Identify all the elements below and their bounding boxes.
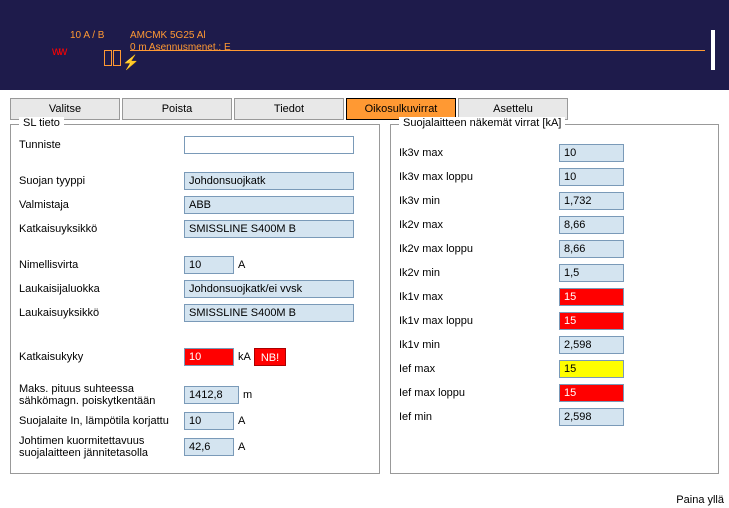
laukaisuyksikko-label: Laukaisuyksikkö — [19, 307, 184, 319]
suojalaite-in-unit: A — [238, 415, 245, 427]
katkaisukyky-input[interactable] — [184, 348, 234, 366]
virrat-label: Ik1v min — [399, 339, 559, 351]
valmistaja-label: Valmistaja — [19, 199, 184, 211]
maks-pituus-unit: m — [243, 389, 252, 401]
sl-tieto-panel: SL tieto Tunniste Suojan tyyppi Valmista… — [10, 124, 380, 474]
virrat-input[interactable] — [559, 384, 624, 402]
nimellisvirta-input[interactable] — [184, 256, 234, 274]
virrat-label: Ik2v max — [399, 219, 559, 231]
virrat-input[interactable] — [559, 192, 624, 210]
virrat-row: Ik3v max — [399, 143, 710, 163]
virrat-input[interactable] — [559, 408, 624, 426]
virrat-row: Ik3v min — [399, 191, 710, 211]
virrat-input[interactable] — [559, 240, 624, 258]
virrat-label: Ik2v min — [399, 267, 559, 279]
virrat-row: Ik1v min — [399, 335, 710, 355]
tab-tiedot[interactable]: Tiedot — [234, 98, 344, 120]
suojalaite-in-label: Suojalaite In, lämpötila korjattu — [19, 415, 184, 427]
virrat-input[interactable] — [559, 336, 624, 354]
virrat-row: Ik1v max loppu — [399, 311, 710, 331]
virrat-label: Ief min — [399, 411, 559, 423]
valmistaja-input[interactable] — [184, 196, 354, 214]
virrat-input[interactable] — [559, 360, 624, 378]
virrat-row: Ik2v min — [399, 263, 710, 283]
sl-tieto-title: SL tieto — [19, 117, 64, 129]
suojalaite-in-input[interactable] — [184, 412, 234, 430]
johtimen-label: Johtimen kuormitettavuus suojalaitteen j… — [19, 435, 184, 459]
tab-poista[interactable]: Poista — [122, 98, 232, 120]
laukaisijaluokka-input[interactable] — [184, 280, 354, 298]
virrat-row: Ik1v max — [399, 287, 710, 307]
virrat-label: Ik1v max loppu — [399, 315, 559, 327]
circuit-diagram: 10 A / B AMCMK 5G25 Al 0 m Asennusmenet.… — [0, 0, 729, 90]
tab-bar: Valitse Poista Tiedot Oikosulkuvirrat As… — [0, 90, 729, 124]
lightning-icon: ⚡ — [122, 54, 139, 71]
virrat-input[interactable] — [559, 288, 624, 306]
virrat-label: Ik3v max loppu — [399, 171, 559, 183]
katkaisukyky-unit: kA — [238, 351, 251, 363]
virrat-input[interactable] — [559, 144, 624, 162]
nb-badge: NB! — [254, 348, 286, 366]
virrat-label: Ik3v min — [399, 195, 559, 207]
suojan-tyyppi-input[interactable] — [184, 172, 354, 190]
virrat-label: Ik3v max — [399, 147, 559, 159]
johtimen-unit: A — [238, 441, 245, 453]
fuse-symbol-2 — [113, 50, 121, 66]
katkaisuyksikko-label: Katkaisuyksikkö — [19, 223, 184, 235]
maks-pituus-input[interactable] — [184, 386, 239, 404]
virrat-input[interactable] — [559, 216, 624, 234]
virrat-label: Ief max — [399, 363, 559, 375]
virrat-input[interactable] — [559, 168, 624, 186]
footer-text: Paina yllä — [676, 494, 724, 506]
wire-line — [130, 50, 705, 51]
tunniste-input[interactable] — [184, 136, 354, 154]
rating-text: 10 A / B — [70, 30, 104, 41]
virrat-label: Ik2v max loppu — [399, 243, 559, 255]
suojan-tyyppi-label: Suojan tyyppi — [19, 175, 184, 187]
laukaisuyksikko-input[interactable] — [184, 304, 354, 322]
cable-text: AMCMK 5G25 Al — [130, 30, 206, 41]
katkaisuyksikko-input[interactable] — [184, 220, 354, 238]
maks-pituus-label: Maks. pituus suhteessa sähkömagn. poisky… — [19, 383, 184, 407]
virrat-title: Suojalaitteen näkemät virrat [kA] — [399, 117, 565, 129]
virrat-row: Ik2v max — [399, 215, 710, 235]
fuse-symbol — [104, 50, 112, 66]
virrat-row: Ief max — [399, 359, 710, 379]
virrat-input[interactable] — [559, 264, 624, 282]
end-bar — [711, 30, 715, 70]
nimellisvirta-label: Nimellisvirta — [19, 259, 184, 271]
johtimen-input[interactable] — [184, 438, 234, 456]
virrat-input[interactable] — [559, 312, 624, 330]
source-symbol: ww — [52, 44, 65, 58]
nimellisvirta-unit: A — [238, 259, 245, 271]
install-text: 0 m Asennusmenet.: E — [130, 42, 231, 53]
tunniste-label: Tunniste — [19, 139, 184, 151]
virrat-label: Ik1v max — [399, 291, 559, 303]
virrat-row: Ik2v max loppu — [399, 239, 710, 259]
virrat-row: Ik3v max loppu — [399, 167, 710, 187]
suojalaitteen-virrat-panel: Suojalaitteen näkemät virrat [kA] Ik3v m… — [390, 124, 719, 474]
virrat-row: Ief max loppu — [399, 383, 710, 403]
virrat-label: Ief max loppu — [399, 387, 559, 399]
laukaisijaluokka-label: Laukaisijaluokka — [19, 283, 184, 295]
katkaisukyky-label: Katkaisukyky — [19, 351, 184, 363]
virrat-row: Ief min — [399, 407, 710, 427]
